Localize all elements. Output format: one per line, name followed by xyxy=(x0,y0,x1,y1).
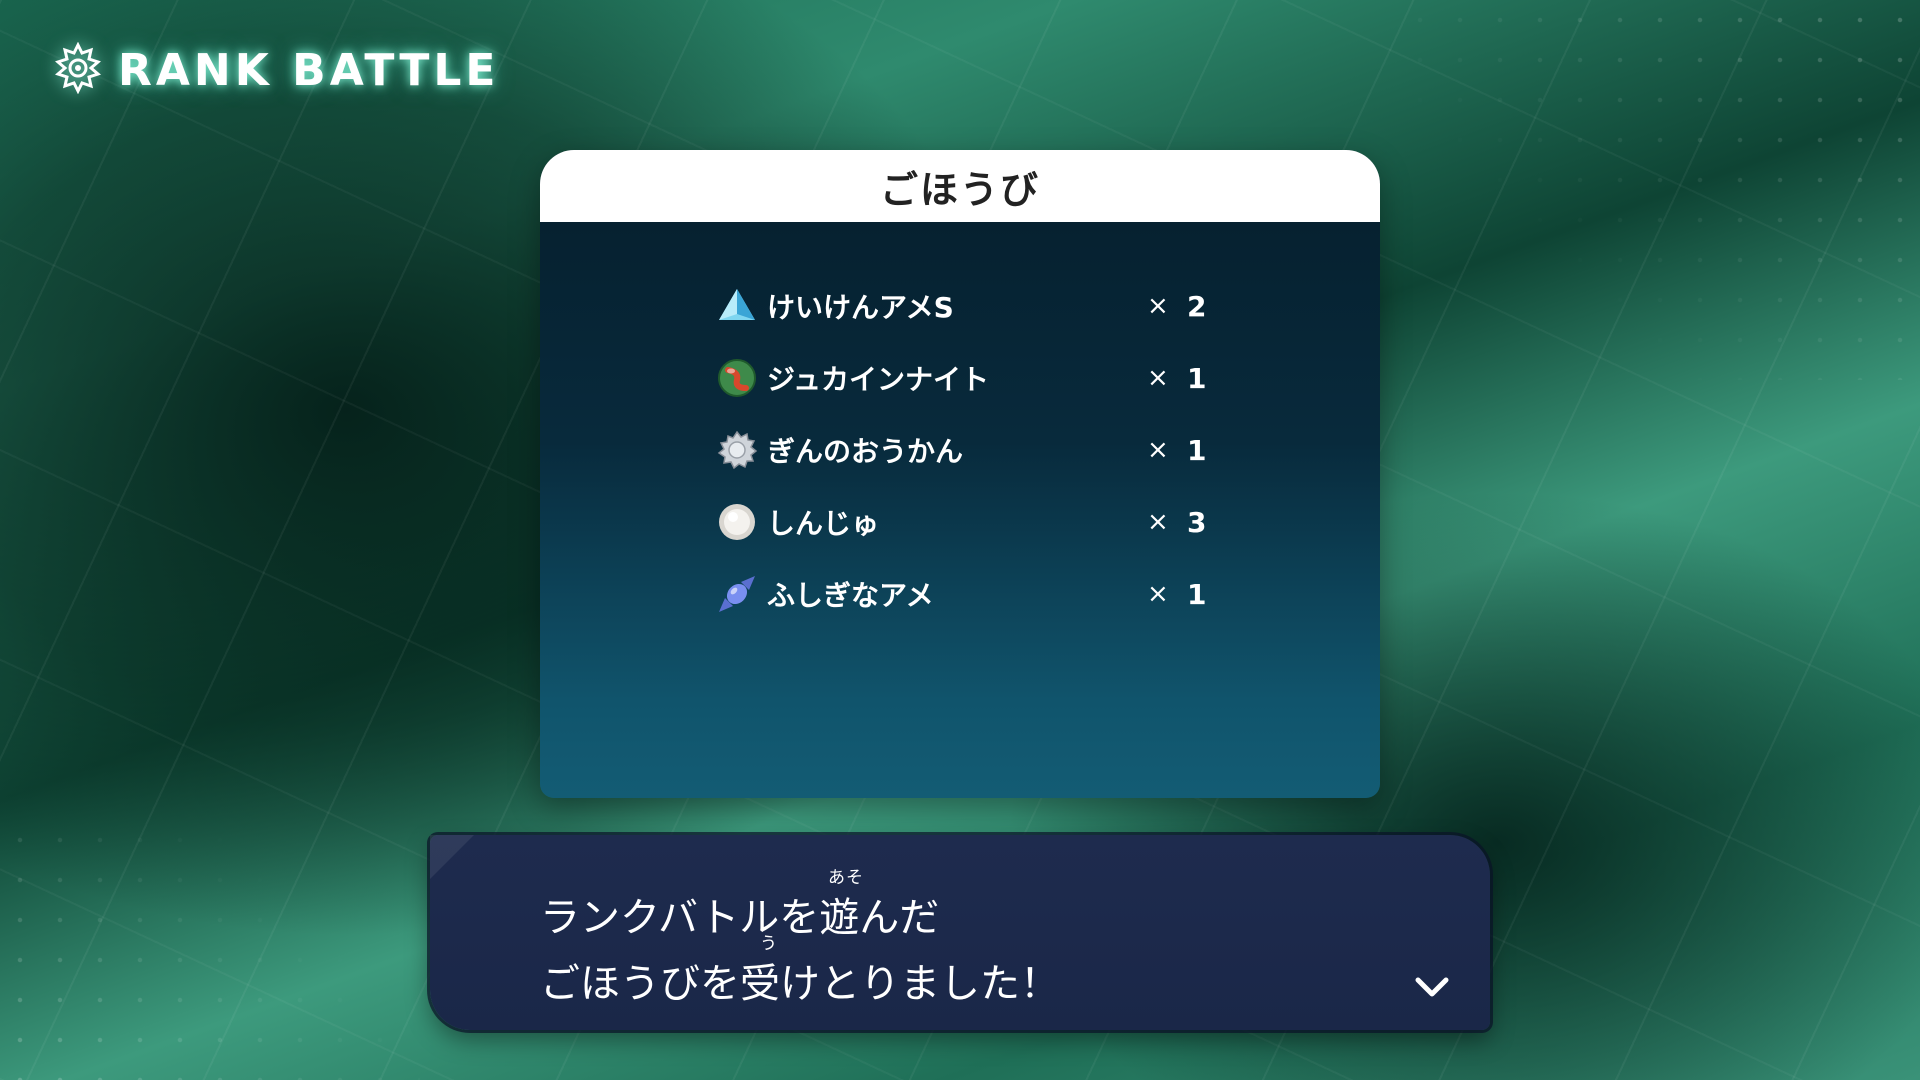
reward-item-list: けいけんアメS × 2 ジュカインナイト × 1 ぎんのおうかん × 1 しんじ… xyxy=(715,270,1235,630)
reward-item-row: ぎんのおうかん × 1 xyxy=(715,414,1235,486)
times-symbol: × xyxy=(1147,435,1169,465)
rewards-panel: ごほうび けいけんアメS × 2 ジュカインナイト × 1 ぎんのおうかん × … xyxy=(540,150,1380,798)
reward-item-name: しんじゅ xyxy=(767,507,880,540)
rank-battle-header: RANK BATTLE xyxy=(52,40,499,100)
exp-candy-icon xyxy=(715,284,759,328)
reward-item-quantity: 2 xyxy=(1187,289,1207,323)
reward-item-name: ジュカインナイト xyxy=(767,363,990,396)
rewards-title: ごほうび xyxy=(879,167,1040,212)
message-line-2: ごほうびを受けとりました！ xyxy=(540,961,1060,1007)
reward-item-name: けいけんアメS xyxy=(767,291,954,324)
reward-item-quantity: 1 xyxy=(1187,577,1207,611)
rank-battle-title: RANK BATTLE xyxy=(118,44,500,96)
reward-item-name: ふしぎなアメ xyxy=(767,579,934,612)
chevron-down-icon[interactable] xyxy=(1414,976,1450,1000)
pearl-icon xyxy=(715,500,759,544)
reward-item-quantity: 3 xyxy=(1187,505,1207,539)
rare-candy-icon xyxy=(715,572,759,616)
background-dots-bottom-left xyxy=(0,820,420,1080)
reward-item-row: ふしぎなアメ × 1 xyxy=(715,558,1235,630)
background-dots-top-right xyxy=(1400,0,1920,380)
times-symbol: × xyxy=(1147,363,1169,393)
reward-item-row: ジュカインナイト × 1 xyxy=(715,342,1235,414)
rank-battle-emblem-icon xyxy=(52,41,104,98)
reward-item-name: ぎんのおうかん xyxy=(767,435,964,468)
times-symbol: × xyxy=(1147,579,1169,609)
message-line-1: ランクバトルを遊んだ xyxy=(540,895,940,941)
times-symbol: × xyxy=(1147,291,1169,321)
reward-item-row: しんじゅ × 3 xyxy=(715,486,1235,558)
reward-item-quantity: 1 xyxy=(1187,361,1207,395)
rewards-panel-header: ごほうび xyxy=(540,150,1380,222)
times-symbol: × xyxy=(1147,507,1169,537)
message-box[interactable]: あそ ランクバトルを遊んだ う ごほうびを受けとりました！ xyxy=(430,835,1490,1030)
reward-item-quantity: 1 xyxy=(1187,433,1207,467)
reward-item-row: けいけんアメS × 2 xyxy=(715,270,1235,342)
silver-crown-icon xyxy=(715,428,759,472)
sceptilite-icon xyxy=(715,356,759,400)
